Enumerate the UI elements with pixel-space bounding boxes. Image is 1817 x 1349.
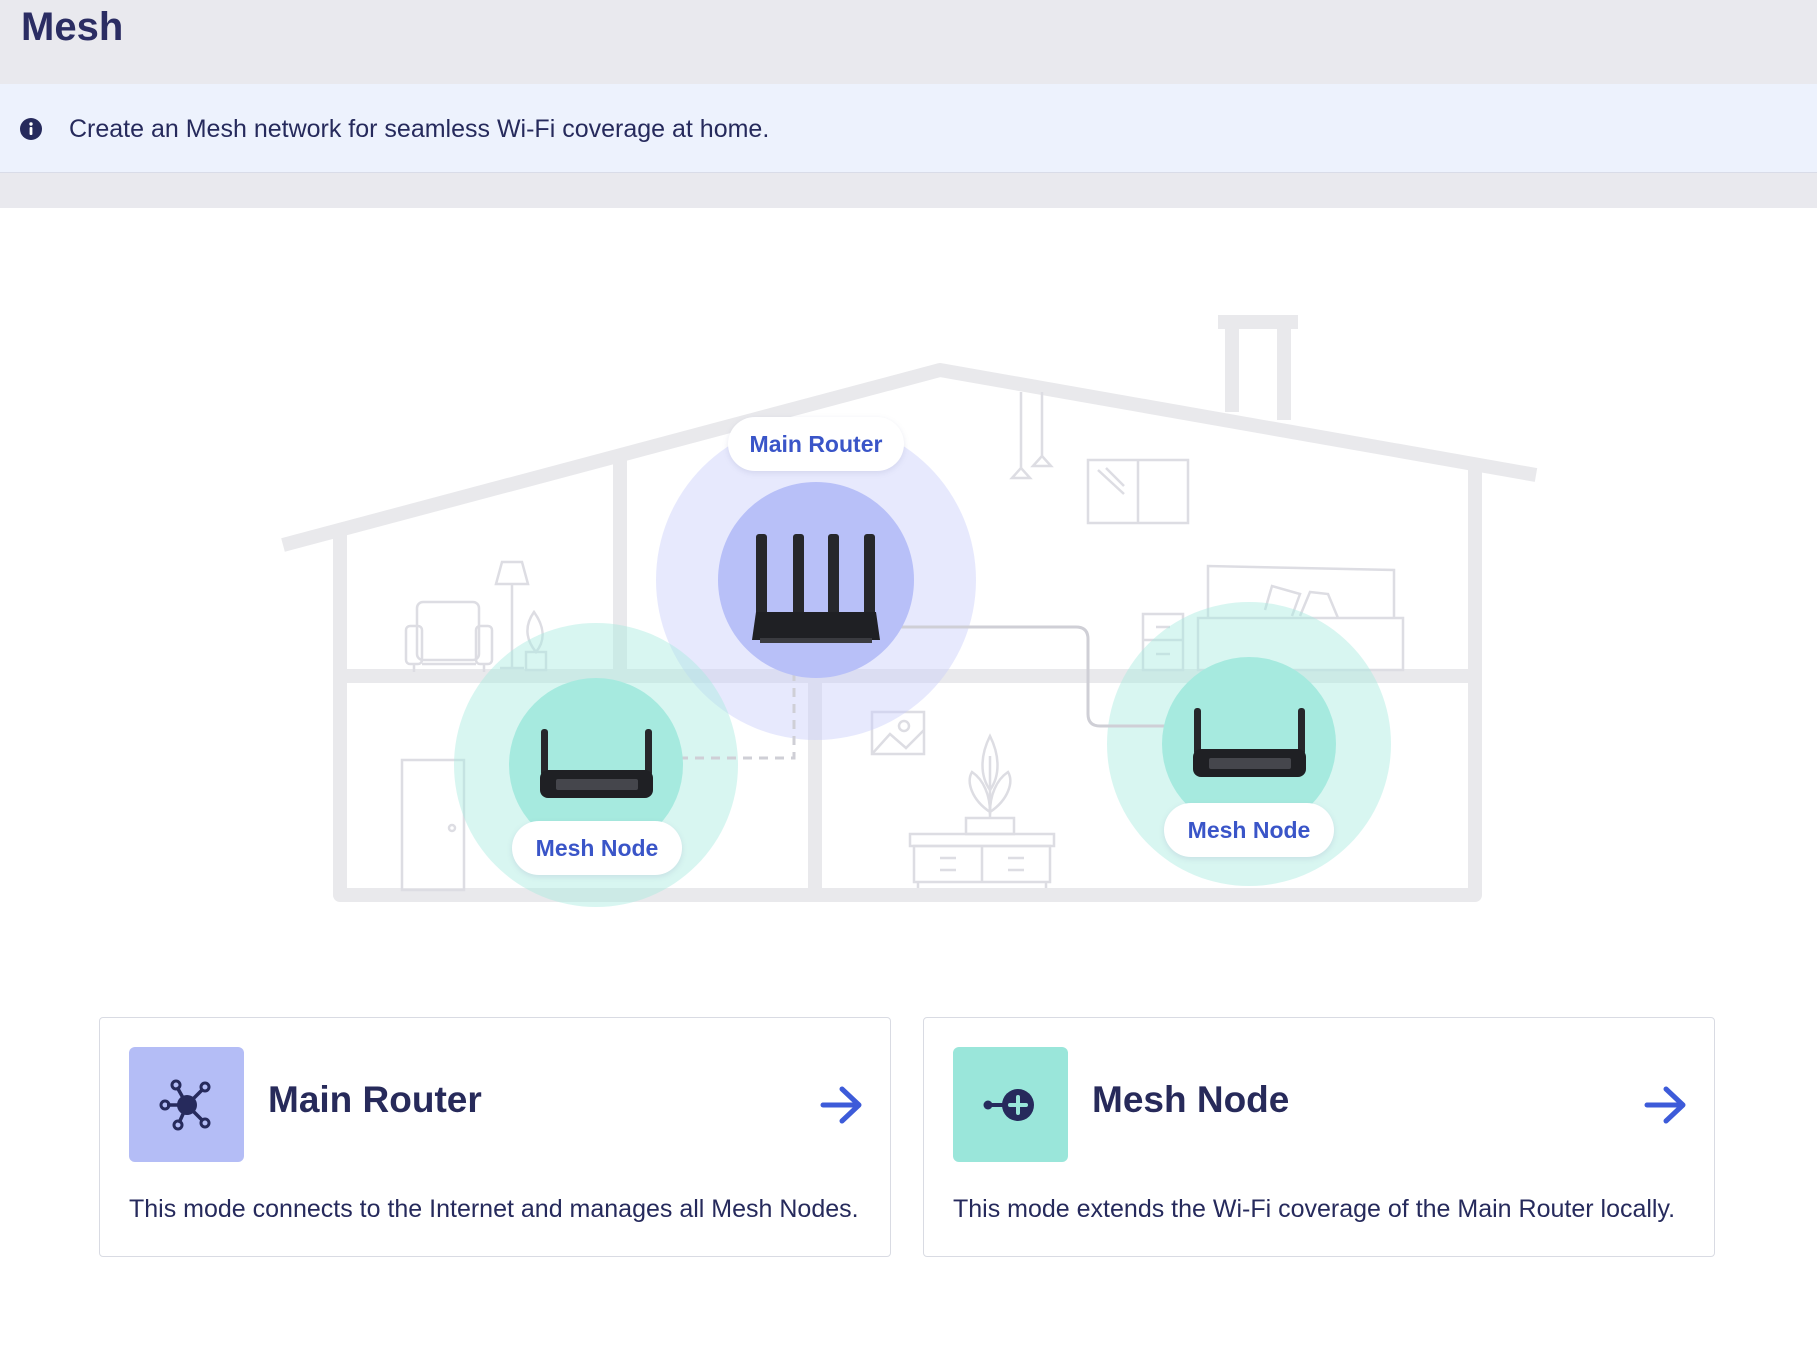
mesh-node-title: Mesh Node	[1092, 1079, 1290, 1120]
page-title: Mesh	[21, 5, 124, 49]
node-plus-icon	[953, 1047, 1068, 1162]
main-router-title: Main Router	[268, 1079, 482, 1120]
main-router-card[interactable]: Main Router This mode connects to the In…	[99, 1017, 891, 1257]
mesh-house-illustration	[281, 315, 1538, 907]
main-router-tag: Main Router	[728, 417, 904, 471]
mesh-node-left-tag: Mesh Node	[512, 821, 682, 875]
info-text: Create an Mesh network for seamless Wi-F…	[69, 115, 770, 143]
info-circle-icon	[20, 118, 42, 140]
mesh-node-card[interactable]: Mesh Node This mode extends the Wi-Fi co…	[923, 1017, 1715, 1257]
mesh-node-description: This mode extends the Wi-Fi coverage of …	[953, 1195, 1676, 1223]
main-router-description: This mode connects to the Internet and m…	[129, 1195, 859, 1223]
info-banner: Create an Mesh network for seamless Wi-F…	[0, 84, 1817, 172]
mesh-node-right-tag: Mesh Node	[1164, 803, 1334, 857]
arrow-right-icon[interactable]	[820, 1085, 864, 1125]
hub-network-icon	[129, 1047, 244, 1162]
arrow-right-icon[interactable]	[1644, 1085, 1688, 1125]
